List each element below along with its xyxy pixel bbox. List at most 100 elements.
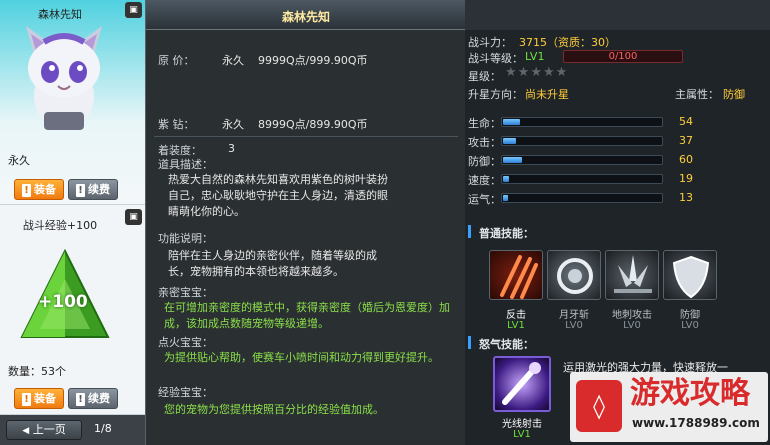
stat-value: 19 (679, 172, 693, 185)
section-marker (468, 336, 471, 349)
equip-count-value: 3 (228, 142, 235, 155)
watermark-url: www.1788989.com (632, 416, 760, 430)
exp-bar-text: 0/100 (608, 51, 638, 62)
function-text: 陪伴在主人身边的亲密伙伴，随着等级的成长，宠物拥有的本领也将越来越多。 (168, 249, 377, 278)
function-label: 功能说明： (158, 232, 213, 245)
stat-label: 攻击： (468, 136, 501, 149)
exp-amount-text: +100 (38, 292, 88, 312)
spike-icon (614, 255, 652, 293)
renew-button[interactable]: ! 续费 (68, 388, 118, 409)
item-card-exp[interactable]: 战斗经验+100 ▣ +100 数量：53个 ! 装备 ! 续费 (0, 205, 145, 415)
skill-level: LV0 (565, 320, 583, 331)
renew-button[interactable]: ! 续费 (68, 179, 118, 200)
attribute-label: 主属性： (675, 88, 719, 101)
star-rating: ★★★★★ (505, 65, 568, 80)
lock-icon[interactable]: ▣ (125, 2, 142, 18)
exp-bar: 0/100 (563, 50, 683, 63)
item-title: 战斗经验+100 (22, 219, 98, 232)
laser-icon (502, 362, 541, 405)
diamond-price-term: 永久 (222, 118, 244, 131)
pet-stats-panel: 战斗力： 3715（资质：30） 战斗等级： LV1 0/100 星级： ★★★… (465, 0, 770, 445)
original-price-value: 9999Q点/999.90Q币 (258, 54, 368, 67)
diamond-price-value: 8999Q点/899.90Q币 (258, 118, 368, 131)
item-quantity: 数量：53个 (8, 365, 66, 378)
watermark-title: 游戏攻略 (630, 376, 750, 411)
rage-skill-level: LV1 (513, 429, 531, 440)
watermark-logo-icon: ◊ (576, 380, 622, 432)
exp-label: 经验宝宝： (158, 386, 213, 399)
rage-skills-label: 怒气技能： (479, 338, 534, 351)
diamond-price-label: 紫 钻： (158, 118, 195, 131)
star-label: 星级： (468, 70, 501, 83)
prev-page-button[interactable]: ◀ 上一页 (6, 420, 82, 440)
exp-text: 您的宠物为您提供按照百分比的经验值加成。 (164, 403, 384, 416)
stat-label: 速度： (468, 174, 501, 187)
pet-avatar (26, 26, 102, 130)
pager: ◀ 上一页 1/8 (0, 415, 145, 445)
stat-value: 60 (679, 153, 693, 166)
item-card-pet[interactable]: 森林先知 ▣ 永久 ! 装备 ! 续费 (0, 0, 145, 205)
equip-button[interactable]: ! 装备 (14, 388, 64, 409)
stat-bar (501, 193, 663, 203)
level-label: 战斗等级： (468, 52, 523, 65)
stat-bar-fill (503, 176, 509, 182)
item-list: 森林先知 ▣ 永久 ! 装备 ! 续费 战斗经验+100 ▣ +100 数量：5… (0, 0, 145, 445)
stat-bar-fill (503, 195, 508, 201)
lock-icon[interactable]: ▣ (125, 209, 142, 225)
claw-icon (500, 255, 538, 299)
stat-bar-fill (503, 157, 522, 163)
stats-top-bar (465, 0, 770, 30)
skill-name: 防御 (680, 310, 700, 321)
item-title: 森林先知 (38, 8, 82, 21)
item-detail-panel: 森林先知 原 价： 永久 9999Q点/999.90Q币 紫 钻： 永久 899… (145, 0, 466, 445)
title-bar: 森林先知 (146, 0, 466, 30)
crescent-icon (557, 258, 593, 294)
desc-text: 热爱大自然的森林先知喜欢用紫色的树叶装扮自己，忠心耿耿地守护在主人身边，清透的眼… (168, 173, 388, 218)
equip-button[interactable]: ! 装备 (14, 179, 64, 200)
stat-bar (501, 117, 663, 127)
power-label: 战斗力： (468, 36, 512, 49)
skill-slot[interactable] (489, 250, 543, 300)
skill-level: LV0 (623, 320, 641, 331)
star-icon: ★ (517, 65, 530, 80)
star-icon: ★ (530, 65, 542, 80)
desc-label: 道具描述： (158, 158, 213, 171)
attribute-value: 防御 (723, 88, 745, 101)
fire-label: 点火宝宝： (158, 336, 213, 349)
page-indicator: 1/8 (94, 422, 112, 435)
stat-bar (501, 155, 663, 165)
section-marker (468, 225, 471, 238)
stat-bar-fill (503, 138, 516, 144)
original-price-label: 原 价： (158, 54, 195, 67)
shield-icon (672, 255, 710, 299)
skill-name: 地刺攻击 (612, 310, 652, 321)
star-icon: ★ (555, 65, 568, 80)
upgrade-label: 升星方向： (468, 88, 523, 101)
skill-slot[interactable] (605, 250, 659, 300)
stat-value: 13 (679, 191, 693, 204)
upgrade-value: 尚未升星 (525, 88, 569, 101)
rage-skill-name: 光线射击 (502, 419, 542, 430)
stat-label: 运气： (468, 193, 501, 206)
skill-slot[interactable] (547, 250, 601, 300)
intimacy-text: 在可增加亲密度的模式中，获得亲密度（婚后为恩爱度）加成，该加成点数随宠物等级递增… (164, 301, 450, 330)
normal-skills-label: 普通技能： (479, 227, 534, 240)
intimacy-label: 亲密宝宝： (158, 286, 213, 299)
skill-name: 月牙斩 (559, 310, 589, 321)
caret-left-icon: ◀ (22, 426, 30, 436)
skill-slot[interactable] (663, 250, 717, 300)
skill-name: 反击 (506, 310, 526, 321)
item-duration: 永久 (8, 154, 30, 167)
stat-label: 防御： (468, 155, 501, 168)
watermark: ◊ 游戏攻略 www.1788989.com (570, 372, 768, 442)
power-value: 3715（资质：30） (519, 36, 616, 49)
star-icon: ★ (505, 65, 517, 80)
stat-label: 生命： (468, 117, 501, 130)
fire-text: 为提供贴心帮助，使赛车小喷时间和动力得到更好提升。 (164, 351, 439, 364)
stat-bar (501, 136, 663, 146)
star-icon: ★ (542, 65, 555, 80)
stat-value: 37 (679, 134, 693, 147)
stat-bar (501, 174, 663, 184)
item-detail-title: 森林先知 (281, 10, 330, 24)
rage-skill-slot[interactable] (493, 356, 551, 412)
